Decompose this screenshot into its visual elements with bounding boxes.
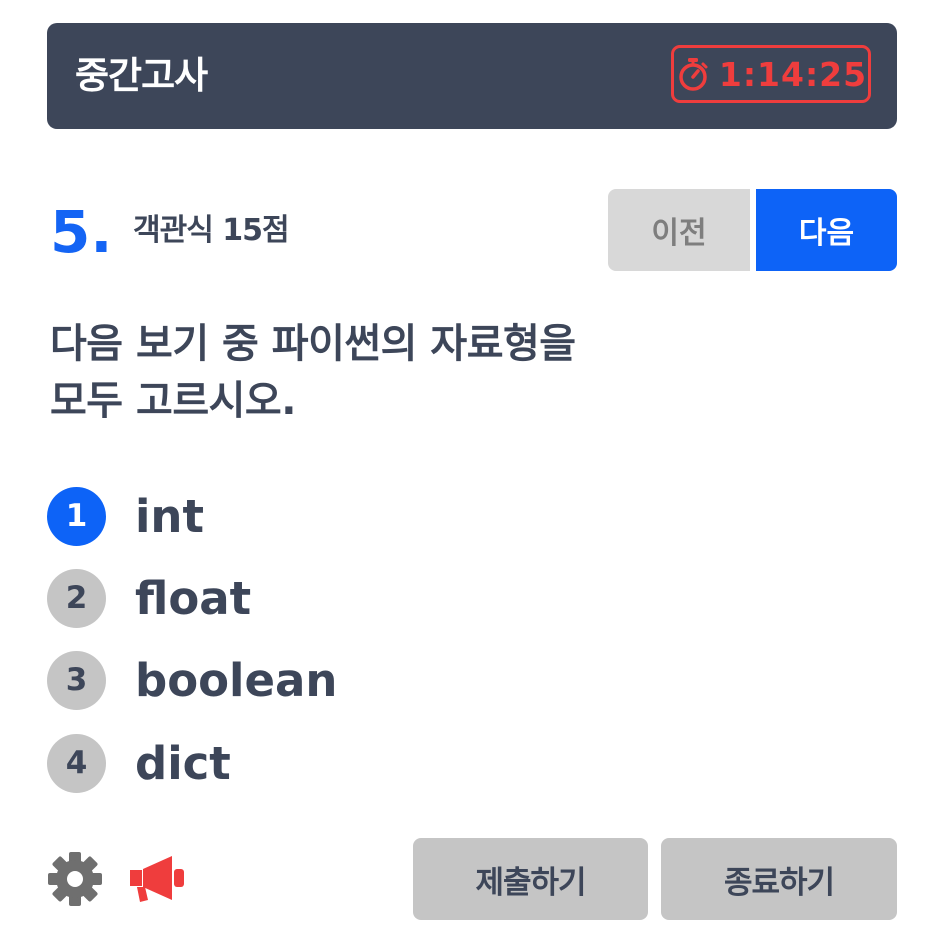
question-line: 다음 보기 중 파이썬의 자료형을	[50, 321, 576, 367]
question-text: 다음 보기 중 파이썬의 자료형을 모두 고르시오.	[50, 316, 870, 430]
next-button[interactable]: 다음	[756, 189, 897, 271]
question-number: 5.	[50, 198, 113, 266]
exam-header: 중간고사 1:14:25	[47, 23, 897, 129]
prev-button[interactable]: 이전	[608, 189, 750, 271]
exam-title: 중간고사	[75, 54, 208, 97]
option-label: dict	[135, 736, 231, 790]
option-number-badge: 1	[47, 486, 106, 546]
option-label: boolean	[135, 653, 338, 707]
timer-value: 1:14:25	[718, 54, 868, 94]
option-1[interactable]: 1 int	[47, 486, 204, 546]
question-line: 모두 고르시오.	[50, 378, 296, 424]
exit-button[interactable]: 종료하기	[661, 838, 897, 920]
option-3[interactable]: 3 boolean	[47, 650, 337, 710]
option-label: int	[135, 489, 204, 543]
question-meta: 객관식 15점	[133, 213, 290, 248]
option-number-badge: 4	[47, 733, 106, 793]
option-4[interactable]: 4 dict	[47, 733, 231, 793]
option-label: float	[135, 571, 252, 625]
submit-button[interactable]: 제출하기	[413, 838, 648, 920]
option-2[interactable]: 2 float	[47, 568, 251, 628]
stopwatch-icon	[675, 56, 711, 92]
exam-timer: 1:14:25	[671, 45, 871, 103]
option-number-badge: 3	[47, 650, 106, 710]
megaphone-icon[interactable]	[128, 853, 190, 903]
option-number-badge: 2	[47, 568, 106, 628]
gear-icon[interactable]	[47, 851, 103, 907]
